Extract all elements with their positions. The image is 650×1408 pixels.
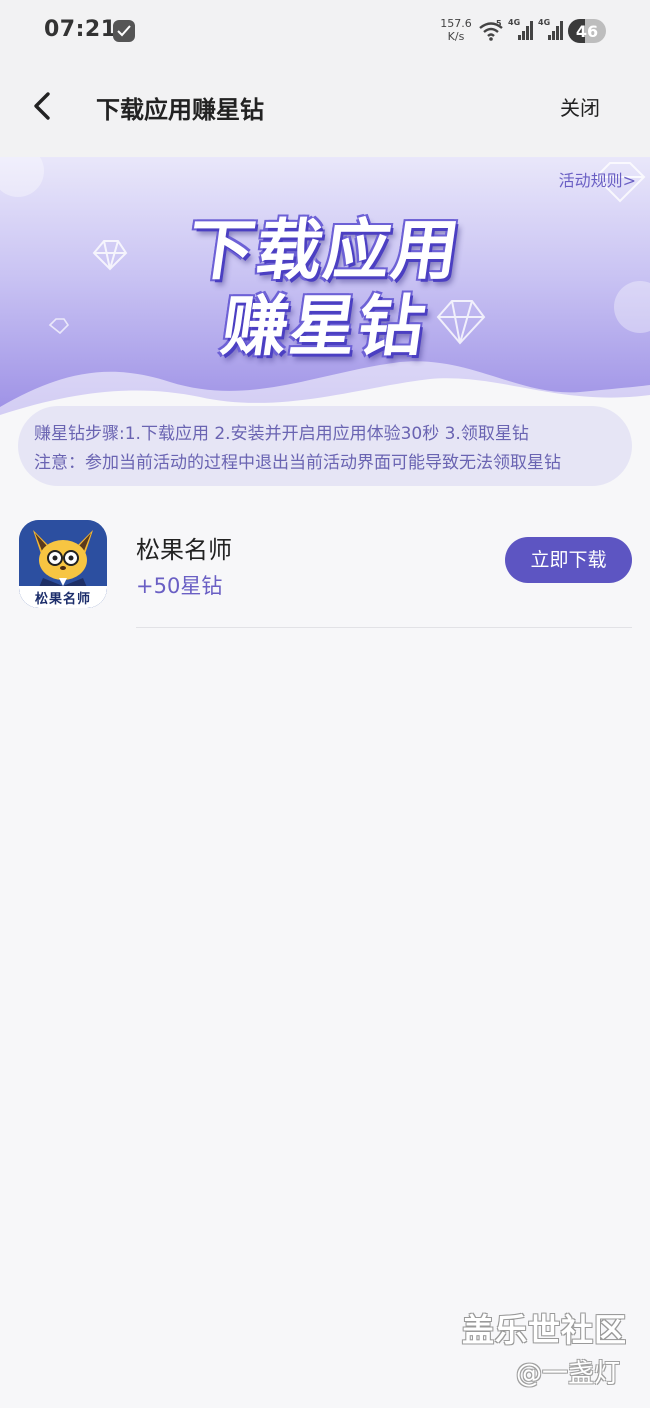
chevron-left-icon — [34, 92, 50, 120]
back-button[interactable] — [26, 86, 60, 126]
network-speed: 157.6 K/s — [440, 17, 472, 43]
steps-text: 赚星钻步骤:1.下载应用 2.安装并开启用应用体验30秒 3.领取星钻 — [34, 424, 529, 444]
nav-bar: 下载应用赚星钻 关闭 — [0, 62, 650, 157]
signal-strength-icon-2: 4G — [538, 18, 564, 42]
list-item: 松果名师 松果名师 +50星钻 立即下载 — [0, 500, 650, 628]
download-button[interactable]: 立即下载 — [505, 537, 632, 583]
promo-banner: 活动规则> 下载应用 赚星钻 — [0, 157, 650, 422]
banner-headline-line2: 赚星钻 — [216, 288, 432, 365]
row-divider — [136, 627, 632, 628]
wifi-badge: 5 — [496, 20, 502, 28]
status-time: 07:21 — [44, 17, 117, 42]
status-bar: 07:21 157.6 K/s 5 4G 4G 46 — [0, 0, 650, 62]
app-icon-label: 松果名师 — [34, 592, 91, 607]
battery-level: 46 — [575, 22, 599, 41]
activity-rules-link[interactable]: 活动规则> — [559, 167, 636, 191]
app-reward: +50星钻 — [136, 574, 223, 598]
wifi-icon: 5 — [478, 19, 506, 46]
notice-text: 注意：参加当前活动的过程中退出当前活动界面可能导致无法领取星钻 — [34, 453, 561, 473]
watermark-site: 盖乐世社区 — [462, 1311, 628, 1349]
page-title: 下载应用赚星钻 — [96, 96, 264, 124]
steps-info-box: 赚星钻步骤:1.下载应用 2.安装并开启用应用体验30秒 3.领取星钻 注意：参… — [18, 406, 632, 486]
app-icon: 松果名师 — [19, 520, 107, 608]
battery-icon: 46 — [568, 19, 606, 43]
watermark-user: @一盏灯 — [516, 1359, 621, 1389]
network-speed-value: 157.6 — [440, 17, 472, 30]
network-speed-unit: K/s — [447, 30, 465, 43]
signal-strength-icon-1: 4G — [508, 18, 534, 42]
close-button[interactable]: 关闭 — [560, 92, 600, 121]
notification-app-icon — [113, 20, 135, 42]
app-name: 松果名师 — [136, 536, 232, 564]
